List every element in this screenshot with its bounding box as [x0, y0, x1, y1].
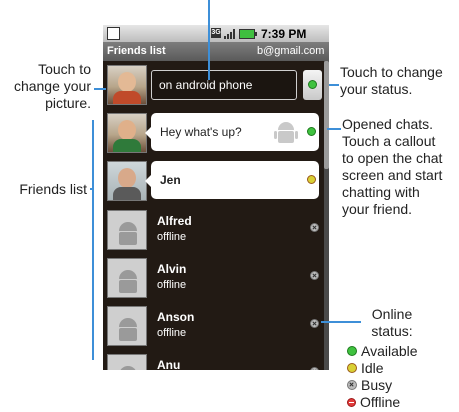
busy-icon: [347, 380, 357, 391]
available-icon: [347, 346, 357, 357]
callout-line-status: [329, 84, 339, 86]
online-status-callout: Online status:: [371, 306, 413, 339]
callout-line-chats: [327, 128, 341, 130]
chat-callout[interactable]: Hey what's up?: [145, 113, 319, 151]
friend-name: Alfred: [157, 214, 192, 228]
avatar: [107, 210, 147, 250]
list-item[interactable]: Jen: [103, 157, 323, 205]
callout-line-friends-list: [92, 120, 94, 360]
opened-chats-callout: Opened chats. Touch a callout to open th…: [342, 116, 443, 217]
scrollbar-thumb[interactable]: [324, 61, 329, 169]
idle-icon: [347, 363, 357, 374]
busy-icon: [310, 319, 319, 328]
busy-icon: [310, 271, 319, 280]
status-text: on android phone: [159, 78, 253, 92]
title-bar: Friends list b@gmail.com: [103, 42, 329, 61]
battery-icon: [239, 28, 257, 42]
callout-line-picture: [94, 88, 106, 90]
available-icon: [308, 80, 317, 89]
avatar: [107, 354, 147, 370]
list-item[interactable]: Anson offline: [103, 302, 323, 350]
avatar: [107, 306, 147, 346]
legend-label: Idle: [361, 360, 384, 376]
legend-offline: Offline: [347, 394, 400, 410]
legend-label: Offline: [360, 394, 401, 410]
avatar: [107, 161, 147, 201]
status-input[interactable]: on android phone: [151, 70, 297, 100]
change-status-callout: Touch to change your status.: [340, 64, 443, 97]
chat-callout[interactable]: Jen: [145, 161, 319, 199]
legend-label: Busy: [361, 377, 393, 393]
network-3g-icon: 3G: [211, 28, 221, 38]
avatar: [107, 113, 147, 153]
legend-available: Available: [347, 343, 418, 359]
friend-status-text: offline: [157, 327, 187, 339]
list-item[interactable]: Anu: [103, 350, 323, 370]
avatar: [107, 258, 147, 298]
list-item[interactable]: Alvin offline: [103, 254, 323, 302]
list-item[interactable]: Hey what's up?: [103, 109, 323, 157]
status-button[interactable]: [303, 70, 322, 100]
legend-idle: Idle: [347, 360, 384, 376]
notification-icon: [107, 27, 120, 40]
page-title: Friends list: [107, 45, 166, 57]
friend-name: Anu: [157, 358, 181, 370]
chat-message: Hey what's up?: [160, 125, 242, 139]
offline-icon: [347, 397, 356, 407]
list-item[interactable]: Alfred offline: [103, 206, 323, 254]
callout-line-online-status: [321, 321, 361, 323]
change-picture-callout: Touch to change your picture.: [13, 61, 91, 111]
status-bar: 3G 7:39 PM: [103, 25, 329, 42]
friend-name: Jen: [160, 173, 181, 187]
account-label: b@gmail.com: [257, 45, 325, 57]
busy-icon: [310, 367, 319, 370]
my-avatar[interactable]: [107, 65, 147, 105]
friends-list-callout: Friends list: [19, 181, 87, 197]
friends-list[interactable]: on android phone Hey what's up? Jen Alfr…: [103, 61, 329, 370]
busy-icon: [310, 223, 319, 232]
android-robot-icon: [272, 118, 300, 149]
legend-busy: Busy: [347, 377, 392, 393]
callout-tick-friends-list: [90, 188, 94, 190]
my-status-row: on android phone: [103, 61, 323, 109]
callout-line-status-input: [208, 0, 210, 80]
friend-status-text: offline: [157, 279, 187, 291]
available-icon: [307, 127, 316, 136]
friend-name: Anson: [157, 310, 195, 324]
phone-screen: 3G 7:39 PM Friends list b@gmail.com on a…: [103, 25, 329, 370]
friend-name: Alvin: [157, 262, 187, 276]
idle-icon: [307, 175, 316, 184]
clock: 7:39 PM: [261, 27, 307, 41]
signal-icon: [224, 28, 236, 42]
legend-label: Available: [361, 343, 418, 359]
friend-status-text: offline: [157, 231, 187, 243]
